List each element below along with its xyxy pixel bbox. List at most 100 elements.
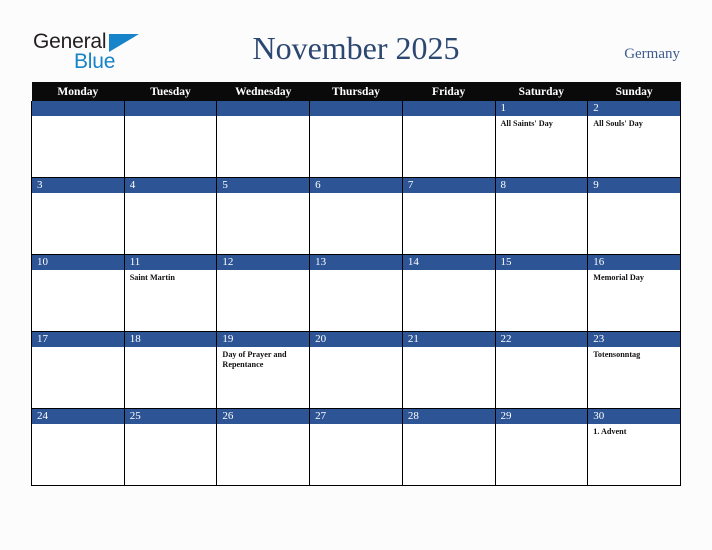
- day-events: 1. Advent: [588, 424, 680, 437]
- calendar-day-cell[interactable]: 6: [309, 177, 403, 255]
- day-cell-content: 11 Saint Martin: [124, 255, 217, 331]
- page-title: November 2025: [252, 30, 460, 66]
- calendar-day-cell[interactable]: 13: [309, 254, 403, 332]
- day-number: 28: [402, 409, 495, 424]
- day-number: 2: [588, 101, 680, 116]
- calendar-day-cell[interactable]: [216, 101, 311, 178]
- day-cell-content: 29: [495, 409, 588, 485]
- calendar-day-cell[interactable]: 17: [31, 331, 125, 409]
- day-cell-content: 18: [124, 332, 217, 408]
- day-cell-content: 21: [402, 332, 495, 408]
- calendar-day-cell[interactable]: 26: [216, 408, 311, 486]
- day-events: All Souls' Day: [588, 116, 680, 129]
- day-number: 12: [217, 255, 310, 270]
- calendar-day-cell[interactable]: [31, 101, 125, 178]
- calendar-day-cell[interactable]: 11 Saint Martin: [123, 254, 218, 332]
- day-events: Day of Prayer and Repentance: [217, 347, 309, 370]
- weekday-header-thursday: Thursday: [309, 82, 403, 101]
- day-cell-content: 3: [32, 178, 124, 254]
- weekday-header-tuesday: Tuesday: [124, 82, 217, 101]
- day-cell-content: 25: [124, 409, 217, 485]
- calendar-day-cell[interactable]: 5: [216, 177, 311, 255]
- calendar-day-cell[interactable]: [401, 101, 496, 178]
- calendar-day-cell[interactable]: 2 All Souls' Day: [587, 101, 681, 178]
- day-cell-content: 19 Day of Prayer and Repentance: [217, 332, 310, 408]
- day-number: 24: [32, 409, 124, 424]
- day-number: [124, 101, 217, 116]
- calendar-week-row: 1 All Saints' Day 2 All Souls' Day: [31, 101, 681, 178]
- calendar-day-cell[interactable]: 30 1. Advent: [587, 408, 681, 486]
- calendar-day-cell[interactable]: 29: [494, 408, 589, 486]
- day-cell-content: [402, 101, 495, 177]
- holiday-label: Day of Prayer and Repentance: [222, 350, 287, 369]
- day-events: All Saints' Day: [496, 116, 588, 129]
- day-number: 14: [402, 255, 495, 270]
- day-number: 20: [310, 332, 402, 347]
- day-cell-content: 23 Totensonntag: [588, 332, 680, 408]
- country-label: Germany: [624, 46, 680, 62]
- day-cell-content: 5: [217, 178, 310, 254]
- day-cell-content: 9: [588, 178, 680, 254]
- day-number: 27: [310, 409, 402, 424]
- calendar-day-cell[interactable]: 25: [123, 408, 218, 486]
- calendar-day-cell[interactable]: 1 All Saints' Day: [494, 101, 589, 178]
- calendar-day-cell[interactable]: 7: [401, 177, 496, 255]
- day-cell-content: 27: [310, 409, 402, 485]
- day-cell-content: 26: [217, 409, 310, 485]
- calendar-week-row: 3456789: [31, 177, 681, 255]
- day-number: 7: [402, 178, 495, 193]
- calendar-day-cell[interactable]: [123, 101, 218, 178]
- calendar-day-cell[interactable]: 4: [123, 177, 218, 255]
- day-cell-content: 4: [124, 178, 217, 254]
- holiday-label: Totensonntag: [593, 350, 641, 359]
- calendar-week-row: 24 25 26 27 28 29 30 1. Advent: [31, 408, 681, 486]
- calendar-day-cell[interactable]: 22: [494, 331, 589, 409]
- weekday-header-monday: Monday: [31, 82, 125, 101]
- day-number: 13: [310, 255, 402, 270]
- calendar-day-cell[interactable]: 28: [401, 408, 496, 486]
- calendar-day-cell[interactable]: 24: [31, 408, 125, 486]
- day-number: 9: [588, 178, 680, 193]
- calendar-day-cell[interactable]: 19 Day of Prayer and Repentance: [216, 331, 311, 409]
- day-cell-content: 1 All Saints' Day: [495, 101, 588, 177]
- day-number: 11: [124, 255, 217, 270]
- calendar-day-cell[interactable]: 3: [31, 177, 125, 255]
- day-cell-content: 6: [310, 178, 402, 254]
- calendar-day-cell[interactable]: 20: [309, 331, 403, 409]
- calendar-week-row: 17 18 19 Day of Prayer and Repentance 20 21 22…: [31, 331, 681, 409]
- day-number: 23: [588, 332, 680, 347]
- day-number: 3: [32, 178, 124, 193]
- calendar-day-cell[interactable]: 9: [587, 177, 681, 255]
- calendar-day-cell[interactable]: 23 Totensonntag: [587, 331, 681, 409]
- calendar-day-cell[interactable]: 8: [494, 177, 589, 255]
- calendar-day-cell[interactable]: 16 Memorial Day: [587, 254, 681, 332]
- holiday-label: Saint Martin: [129, 273, 175, 282]
- calendar-day-cell[interactable]: 15: [494, 254, 589, 332]
- day-cell-content: [217, 101, 310, 177]
- day-cell-content: 30 1. Advent: [588, 409, 680, 485]
- day-cell-content: 22: [495, 332, 588, 408]
- calendar-body: 1 All Saints' Day 2 All Souls' Day 3 4 5 6 7 8 9 10…: [31, 101, 681, 486]
- day-number: 15: [495, 255, 588, 270]
- day-cell-content: 12: [217, 255, 310, 331]
- calendar-day-cell[interactable]: 18: [123, 331, 218, 409]
- calendar-week-row: 10 11 Saint Martin 12 13 14 15 16 Memorial Day: [31, 254, 681, 332]
- weekday-header-saturday: Saturday: [495, 82, 588, 101]
- day-number: 18: [124, 332, 217, 347]
- weekday-header-friday: Friday: [402, 82, 496, 101]
- day-number: 1: [495, 101, 588, 116]
- day-cell-content: 10: [32, 255, 124, 331]
- calendar-day-cell[interactable]: 21: [401, 331, 496, 409]
- day-number: [402, 101, 495, 116]
- calendar-day-cell[interactable]: 12: [216, 254, 311, 332]
- day-events: Saint Martin: [125, 270, 217, 283]
- calendar-day-cell[interactable]: 27: [309, 408, 403, 486]
- day-cell-content: [124, 101, 217, 177]
- weekday-header-sunday: Sunday: [587, 82, 681, 101]
- weekday-header-row: Monday Tuesday Wednesday Thursday Friday…: [31, 82, 681, 101]
- calendar-day-cell[interactable]: [309, 101, 403, 178]
- day-number: 19: [217, 332, 310, 347]
- calendar-page: General Blue November 2025 Germany Monda…: [0, 0, 712, 550]
- calendar-day-cell[interactable]: 14: [401, 254, 496, 332]
- calendar-day-cell[interactable]: 10: [31, 254, 125, 332]
